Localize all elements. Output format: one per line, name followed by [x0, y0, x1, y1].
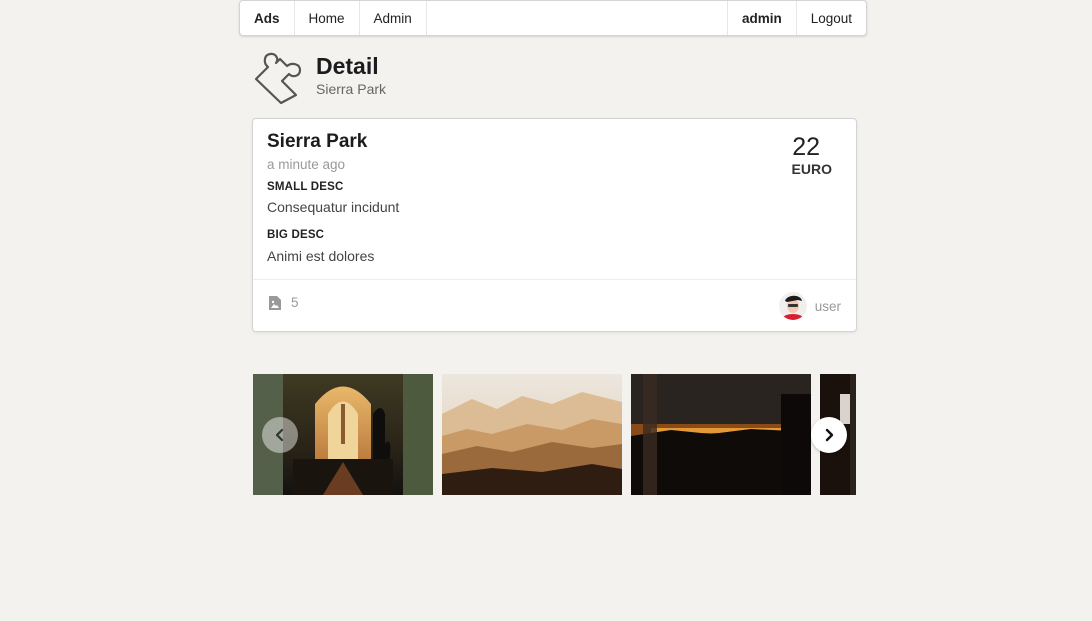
avatar: [778, 292, 807, 320]
ad-card: Sierra Park a minute ago SMALL DESC Cons…: [252, 118, 857, 332]
small-desc-label: SMALL DESC: [267, 181, 344, 193]
author-name: user: [814, 298, 841, 314]
card-divider: [253, 279, 856, 280]
price-block: 22 EURO: [792, 133, 832, 177]
page-subtitle: Sierra Park: [316, 81, 387, 97]
nav-username[interactable]: admin: [726, 1, 796, 35]
image-count: 5: [269, 295, 299, 310]
top-menu: Ads Home Admin admin Logout: [239, 0, 867, 36]
page-header: Detail Sierra Park: [252, 50, 386, 106]
big-desc-value: Animi est dolores: [267, 248, 375, 264]
image-file-icon: [269, 295, 281, 310]
chevron-right-icon: [825, 428, 834, 442]
chevron-left-icon: [275, 428, 284, 442]
carousel-image[interactable]: [631, 374, 811, 495]
ad-timestamp: a minute ago: [267, 157, 346, 172]
carousel-image[interactable]: [442, 374, 622, 495]
carousel-prev-button[interactable]: [262, 417, 298, 453]
logout-button[interactable]: Logout: [795, 1, 866, 35]
menu-spacer: [427, 1, 727, 35]
price-currency: EURO: [791, 161, 832, 177]
ad-author[interactable]: user: [778, 292, 841, 320]
puzzle-icon: [252, 50, 308, 106]
ad-title: Sierra Park: [267, 131, 368, 152]
price-value: 22: [792, 133, 820, 161]
image-count-value: 5: [291, 295, 299, 310]
page-title: Detail: [316, 53, 379, 79]
nav-home[interactable]: Home: [295, 1, 360, 35]
big-desc-label: BIG DESC: [267, 229, 325, 241]
nav-ads[interactable]: Ads: [240, 1, 295, 35]
carousel-next-button[interactable]: [811, 417, 847, 453]
small-desc-value: Consequatur incidunt: [267, 199, 400, 215]
nav-admin[interactable]: Admin: [360, 1, 427, 35]
image-carousel[interactable]: [253, 374, 856, 496]
